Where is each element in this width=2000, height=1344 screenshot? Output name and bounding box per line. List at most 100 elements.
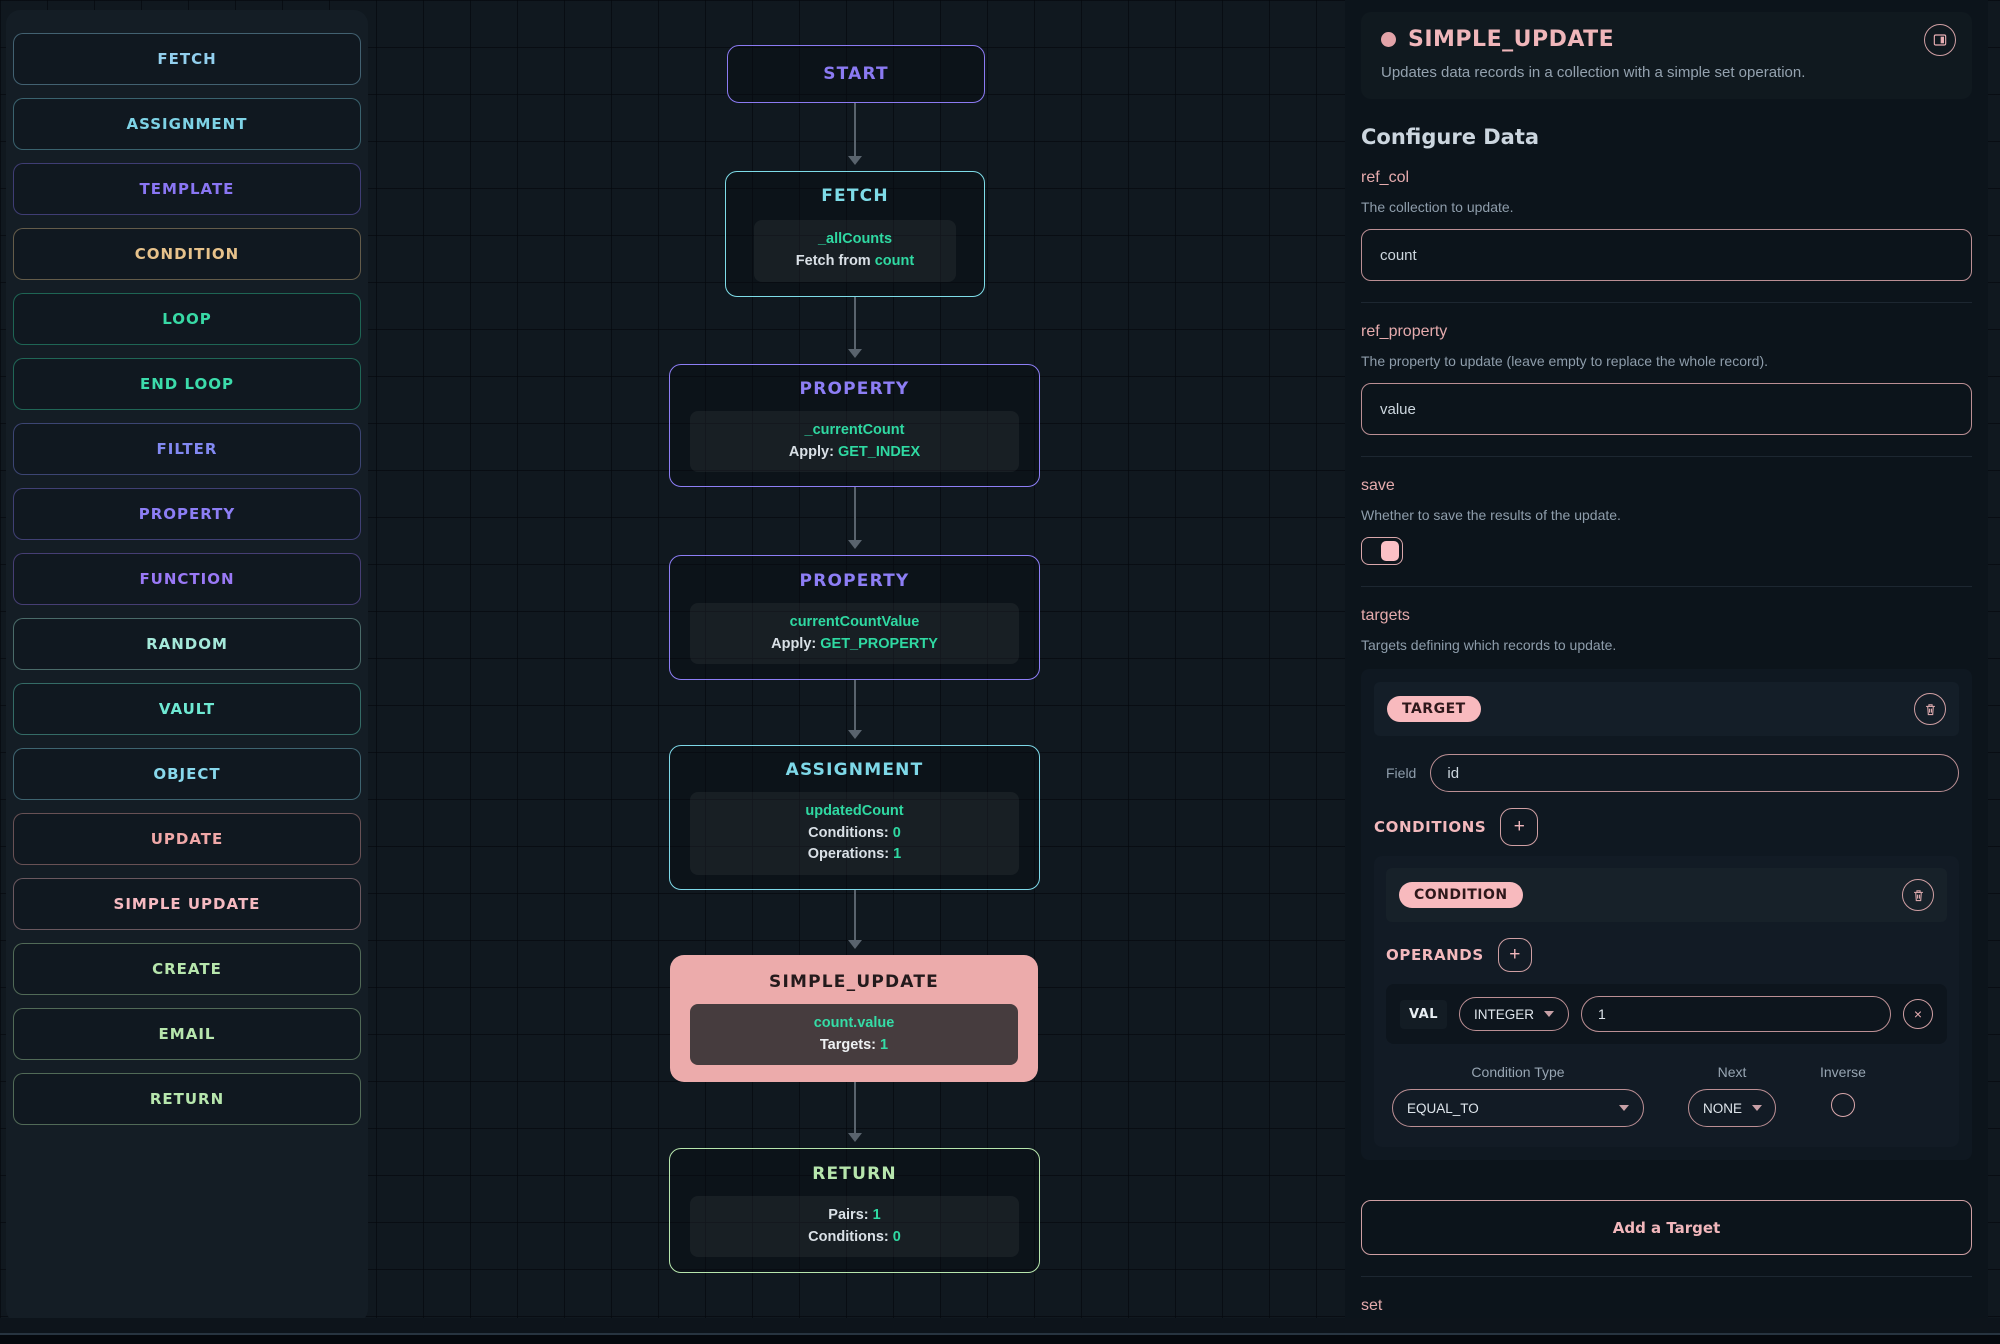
set-label: set xyxy=(1361,1297,1383,1314)
node-simple-update[interactable]: SIMPLE_UPDATE count.value Targets: 1 xyxy=(670,955,1038,1082)
node-property-1-title: PROPERTY xyxy=(799,378,910,399)
delete-target-button[interactable] xyxy=(1914,693,1946,725)
palette-item-template[interactable]: TEMPLATE xyxy=(13,163,361,215)
palette-item-filter[interactable]: FILTER xyxy=(13,423,361,475)
palette-item-fetch[interactable]: FETCH xyxy=(13,33,361,85)
save-help: Whether to save the results of the updat… xyxy=(1361,507,1621,523)
trash-icon xyxy=(1911,888,1926,903)
targets-help: Targets defining which records to update… xyxy=(1361,637,1617,653)
target-header-row: TARGET xyxy=(1374,682,1959,736)
palette-item-random[interactable]: RANDOM xyxy=(13,618,361,670)
palette-item-return[interactable]: RETURN xyxy=(13,1073,361,1125)
condition-card: CONDITION OPERANDS + VAL INTEGER × xyxy=(1374,856,1959,1147)
panel-header: SIMPLE_UPDATE Updates data records in a … xyxy=(1361,12,1972,99)
toggle-knob xyxy=(1381,541,1399,561)
node-assignment-title: ASSIGNMENT xyxy=(785,759,924,780)
field-label: Field xyxy=(1386,765,1417,781)
palette-item-simple-update[interactable]: SIMPLE UPDATE xyxy=(13,878,361,930)
palette-item-function[interactable]: FUNCTION xyxy=(13,553,361,605)
node-return-title: RETURN xyxy=(812,1163,897,1184)
inverse-radio[interactable] xyxy=(1830,1093,1855,1117)
field-input[interactable] xyxy=(1430,754,1959,792)
close-icon: × xyxy=(1913,1006,1923,1022)
condition-badge: CONDITION xyxy=(1399,882,1523,908)
save-toggle[interactable] xyxy=(1361,537,1403,565)
operand-type-select[interactable]: INTEGER xyxy=(1459,997,1570,1031)
palette-item-condition[interactable]: CONDITION xyxy=(13,228,361,280)
sidebar-layout-icon xyxy=(1932,32,1948,48)
condition-header-row: CONDITION xyxy=(1386,868,1947,922)
ref-col-help: The collection to update. xyxy=(1361,199,1514,215)
divider xyxy=(1361,302,1972,303)
node-property-2[interactable]: PROPERTY currentCountValue Apply: GET_PR… xyxy=(669,555,1040,680)
panel-description: Updates data records in a collection wit… xyxy=(1381,64,1806,81)
palette-item-vault[interactable]: VAULT xyxy=(13,683,361,735)
target-badge: TARGET xyxy=(1387,696,1481,722)
condition-type-label: Condition Type xyxy=(1471,1064,1565,1080)
operand-row: VAL INTEGER × xyxy=(1386,984,1947,1044)
condition-settings-row: Condition Type EQUAL_TO Next NONE Invers… xyxy=(1386,1064,1947,1135)
palette-item-email[interactable]: EMAIL xyxy=(13,1008,361,1060)
node-start-title: START xyxy=(823,64,889,84)
palette-item-end-loop[interactable]: END LOOP xyxy=(13,358,361,410)
node-assignment-details: updatedCount Conditions: 0 Operations: 1 xyxy=(690,791,1019,876)
node-fetch[interactable]: FETCH _allCounts Fetch from count xyxy=(725,171,985,297)
divider xyxy=(1361,586,1972,587)
next-label: Next xyxy=(1717,1064,1747,1080)
node-type-dot-icon xyxy=(1381,32,1396,47)
add-condition-button[interactable]: + xyxy=(1500,808,1539,846)
condition-type-select[interactable]: EQUAL_TO xyxy=(1392,1089,1644,1127)
bottom-bar xyxy=(0,1318,2000,1333)
node-simple-update-details: count.value Targets: 1 xyxy=(690,1003,1018,1066)
palette-item-update[interactable]: UPDATE xyxy=(13,813,361,865)
divider xyxy=(1361,456,1972,457)
node-palette-sidebar: FETCH ASSIGNMENT TEMPLATE CONDITION LOOP… xyxy=(6,10,368,1323)
edge-simpleupdate-return xyxy=(854,1082,856,1134)
bottom-edge xyxy=(0,1335,2000,1344)
delete-condition-button[interactable] xyxy=(1902,879,1934,911)
palette-item-create[interactable]: CREATE xyxy=(13,943,361,995)
chevron-down-icon xyxy=(1752,1105,1763,1116)
next-select[interactable]: NONE xyxy=(1688,1089,1776,1127)
collapse-panel-button[interactable] xyxy=(1924,24,1956,56)
divider xyxy=(1361,1276,1972,1277)
operand-value-input[interactable] xyxy=(1581,996,1891,1032)
ref-property-help: The property to update (leave empty to r… xyxy=(1361,353,1768,369)
operand-kind-label: VAL xyxy=(1400,999,1448,1029)
section-heading: Configure Data xyxy=(1361,125,1540,149)
conditions-label: CONDITIONS xyxy=(1374,818,1487,836)
palette-item-property[interactable]: PROPERTY xyxy=(13,488,361,540)
config-panel: SIMPLE_UPDATE Updates data records in a … xyxy=(1345,0,1988,1320)
node-property-2-title: PROPERTY xyxy=(799,570,910,591)
ref-property-input[interactable] xyxy=(1361,383,1972,435)
edge-fetch-property1 xyxy=(854,297,856,350)
node-fetch-details: _allCounts Fetch from count xyxy=(754,220,956,282)
edge-start-fetch xyxy=(854,103,856,157)
node-assignment[interactable]: ASSIGNMENT updatedCount Conditions: 0 Op… xyxy=(669,745,1040,890)
node-property-1-details: _currentCount Apply: GET_INDEX xyxy=(690,410,1019,473)
chevron-down-icon xyxy=(1544,1011,1555,1022)
edge-assignment-simpleupdate xyxy=(854,890,856,941)
operands-label: OPERANDS xyxy=(1386,946,1484,964)
node-fetch-title: FETCH xyxy=(821,186,889,207)
targets-label: targets xyxy=(1361,607,1410,624)
ref-property-label: ref_property xyxy=(1361,323,1448,340)
palette-item-loop[interactable]: LOOP xyxy=(13,293,361,345)
node-property-1[interactable]: PROPERTY _currentCount Apply: GET_INDEX xyxy=(669,364,1040,487)
plus-icon: + xyxy=(1513,816,1525,837)
node-simple-update-title: SIMPLE_UPDATE xyxy=(769,971,939,992)
chevron-down-icon xyxy=(1619,1105,1629,1116)
save-label: save xyxy=(1361,477,1395,494)
add-operand-button[interactable]: + xyxy=(1497,938,1532,972)
plus-icon: + xyxy=(1509,944,1521,965)
add-target-button[interactable]: Add a Target xyxy=(1361,1200,1972,1255)
palette-item-object[interactable]: OBJECT xyxy=(13,748,361,800)
ref-col-input[interactable] xyxy=(1361,229,1972,281)
edge-property2-assignment xyxy=(854,680,856,731)
node-return[interactable]: RETURN Pairs: 1 Conditions: 0 xyxy=(669,1148,1040,1273)
node-start[interactable]: START xyxy=(727,45,985,103)
remove-operand-button[interactable]: × xyxy=(1903,999,1933,1029)
panel-title: SIMPLE_UPDATE xyxy=(1408,27,1615,52)
node-return-details: Pairs: 1 Conditions: 0 xyxy=(690,1195,1019,1258)
palette-item-assignment[interactable]: ASSIGNMENT xyxy=(13,98,361,150)
